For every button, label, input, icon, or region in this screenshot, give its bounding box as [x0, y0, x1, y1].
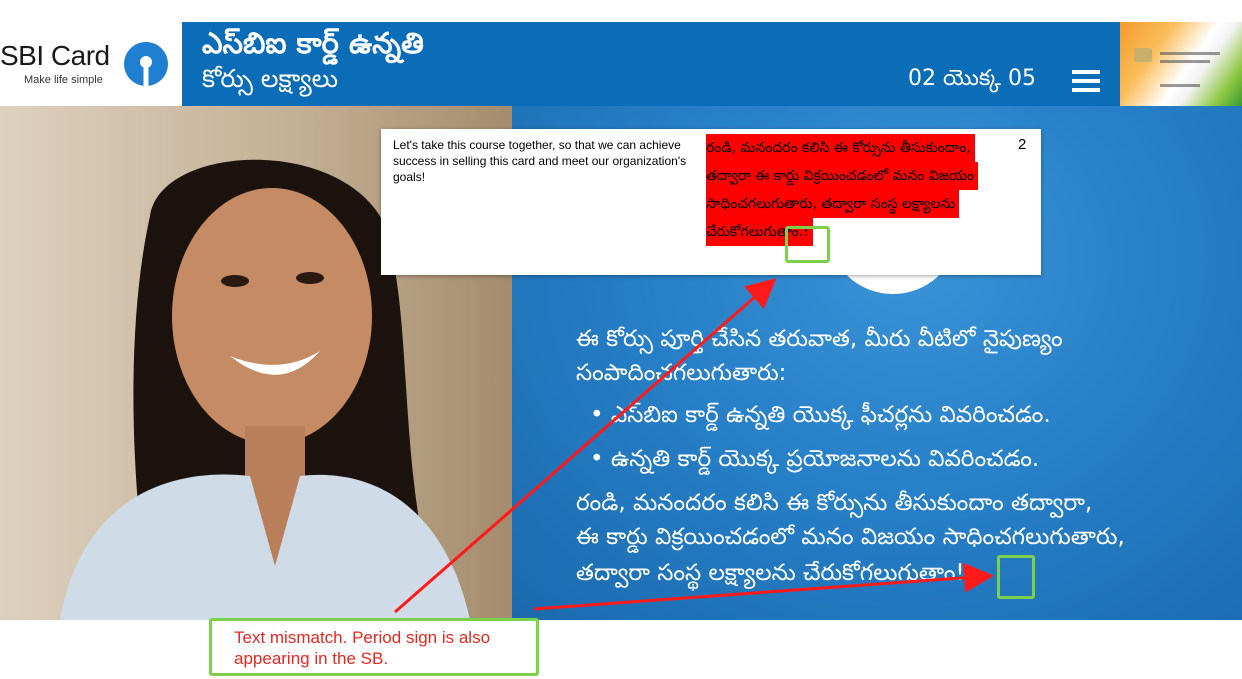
- annotation-text: Text mismatch. Period sign is also appea…: [234, 627, 490, 669]
- arrow-to-comment: [394, 278, 777, 614]
- annotation-line2: appearing in the SB.: [234, 649, 389, 668]
- annotation-note: Text mismatch. Period sign is also appea…: [209, 618, 539, 676]
- annotation-arrows: [394, 278, 994, 614]
- arrow-to-screen: [533, 562, 994, 611]
- annotation-line1: Text mismatch. Period sign is also: [234, 628, 491, 647]
